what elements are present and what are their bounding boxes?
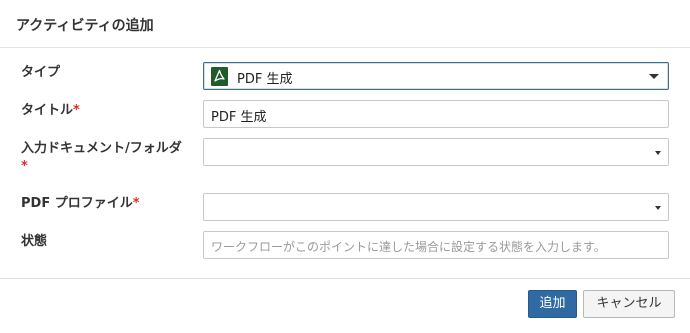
add-button[interactable]: 追加 xyxy=(528,290,577,318)
add-activity-dialog: アクティビティの追加 タイプ PDF 生成 タイトル* PDF 生成 入力ドキュ… xyxy=(0,0,690,333)
footer-divider xyxy=(0,278,690,279)
state-label: 状態 xyxy=(21,233,47,251)
state-label-text: 状態 xyxy=(21,234,48,249)
title-label-text: タイトル xyxy=(21,103,74,118)
title-input-value: PDF 生成 xyxy=(211,110,267,125)
required-mark: * xyxy=(132,196,140,211)
required-mark: * xyxy=(73,103,80,118)
chevron-down-icon xyxy=(655,151,661,155)
pdf-icon xyxy=(211,67,228,86)
required-mark: * xyxy=(21,159,28,174)
type-label-text: タイプ xyxy=(21,65,61,80)
title-input[interactable]: PDF 生成 xyxy=(203,100,669,128)
title-label: タイトル* xyxy=(21,102,80,120)
cancel-button[interactable]: キャンセル xyxy=(583,290,675,318)
input-document-label-text: 入力ドキュメント/フォルダ xyxy=(21,141,182,156)
chevron-down-icon xyxy=(649,74,659,79)
pdf-profile-label: PDF プロファイル* xyxy=(21,195,140,213)
input-document-label: 入力ドキュメント/フォルダ * xyxy=(21,140,199,176)
type-label: タイプ xyxy=(21,64,60,82)
type-select[interactable]: PDF 生成 xyxy=(203,62,669,90)
header-divider xyxy=(0,47,690,48)
state-input[interactable]: ワークフローがこのポイントに達した場合に設定する状態を入力します。 xyxy=(203,231,669,259)
dialog-title: アクティビティの追加 xyxy=(16,18,154,34)
pdf-profile-select[interactable] xyxy=(203,193,669,221)
type-select-value: PDF 生成 xyxy=(237,72,293,87)
chevron-down-icon xyxy=(655,206,661,210)
state-input-placeholder: ワークフローがこのポイントに達した場合に設定する状態を入力します。 xyxy=(211,240,606,254)
input-document-select[interactable] xyxy=(203,138,669,166)
pdf-profile-label-text: PDF プロファイル xyxy=(21,196,133,211)
